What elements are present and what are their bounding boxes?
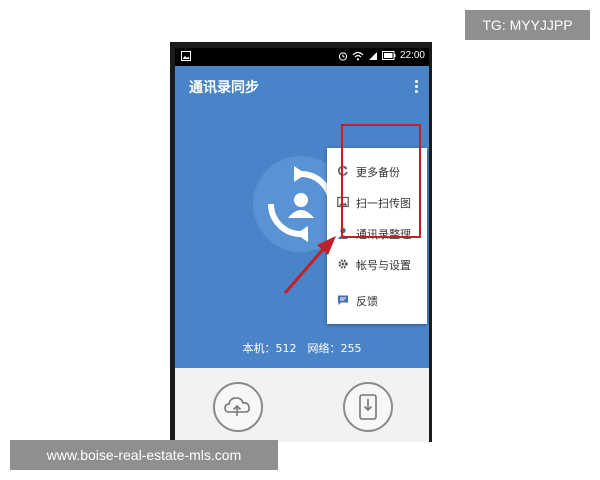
phone-screen: 22:00 通讯录同步 本机：512 网络：255 更多备份 扫一扫传图 通讯录… xyxy=(175,48,429,442)
menu-item-account-settings[interactable]: 帐号与设置 xyxy=(327,249,427,279)
menu-item-label: 帐号与设置 xyxy=(356,259,411,272)
menu-item-label: 反馈 xyxy=(356,295,378,308)
cloud-upload-icon xyxy=(224,397,250,416)
highlight-box xyxy=(341,124,421,238)
phone-download-button[interactable] xyxy=(343,382,393,432)
contact-counts: 本机：512 网络：255 xyxy=(242,342,362,355)
pointer-arrow-icon xyxy=(283,236,336,294)
overflow-menu-icon[interactable] xyxy=(413,78,419,96)
app-title: 通讯录同步 xyxy=(189,80,259,96)
status-bar: 22:00 xyxy=(175,48,429,66)
status-icons: 22:00 xyxy=(338,50,425,61)
alarm-icon xyxy=(338,51,348,61)
status-time: 22:00 xyxy=(399,50,425,61)
cloud-upload-button[interactable] xyxy=(213,382,263,432)
wifi-icon xyxy=(352,51,364,60)
bottom-actions xyxy=(175,368,429,442)
battery-icon xyxy=(381,51,396,60)
gallery-notification-icon xyxy=(181,51,191,61)
watermark-top-tag: TG: MYYJJPP xyxy=(465,10,590,40)
signal-icon xyxy=(368,51,377,60)
menu-item-feedback[interactable]: 反馈 xyxy=(327,285,427,315)
phone-frame: 22:00 通讯录同步 本机：512 网络：255 更多备份 扫一扫传图 通讯录… xyxy=(170,42,432,442)
watermark-bottom-url: www.boise-real-estate-mls.com xyxy=(10,440,278,470)
phone-download-icon xyxy=(359,394,377,420)
app-bar: 通讯录同步 xyxy=(175,66,429,108)
